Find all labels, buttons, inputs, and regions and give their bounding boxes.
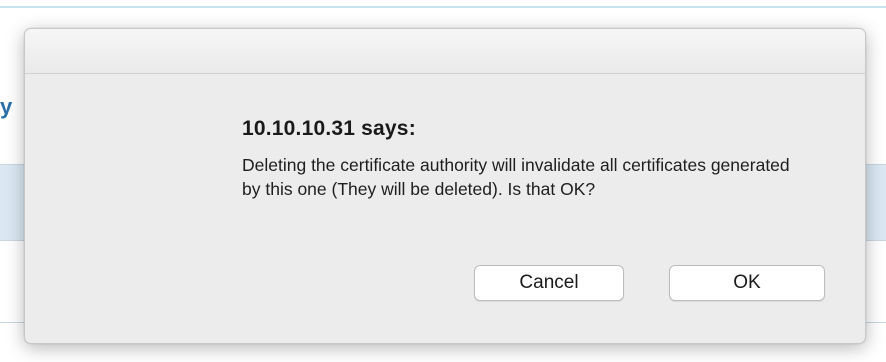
dialog-titlebar: [25, 29, 865, 74]
page: y 10.10.10.31 says: Deleting the certifi…: [0, 0, 886, 362]
dialog-title: 10.10.10.31 says:: [242, 117, 416, 140]
dialog-message: Deleting the certificate authority will …: [242, 155, 790, 199]
confirm-dialog: 10.10.10.31 says: Deleting the certifica…: [24, 28, 866, 344]
cancel-button[interactable]: Cancel: [474, 265, 624, 301]
background-column-header-fragment: y: [0, 94, 13, 119]
ok-button[interactable]: OK: [669, 265, 825, 301]
background-top-border: [0, 6, 886, 8]
